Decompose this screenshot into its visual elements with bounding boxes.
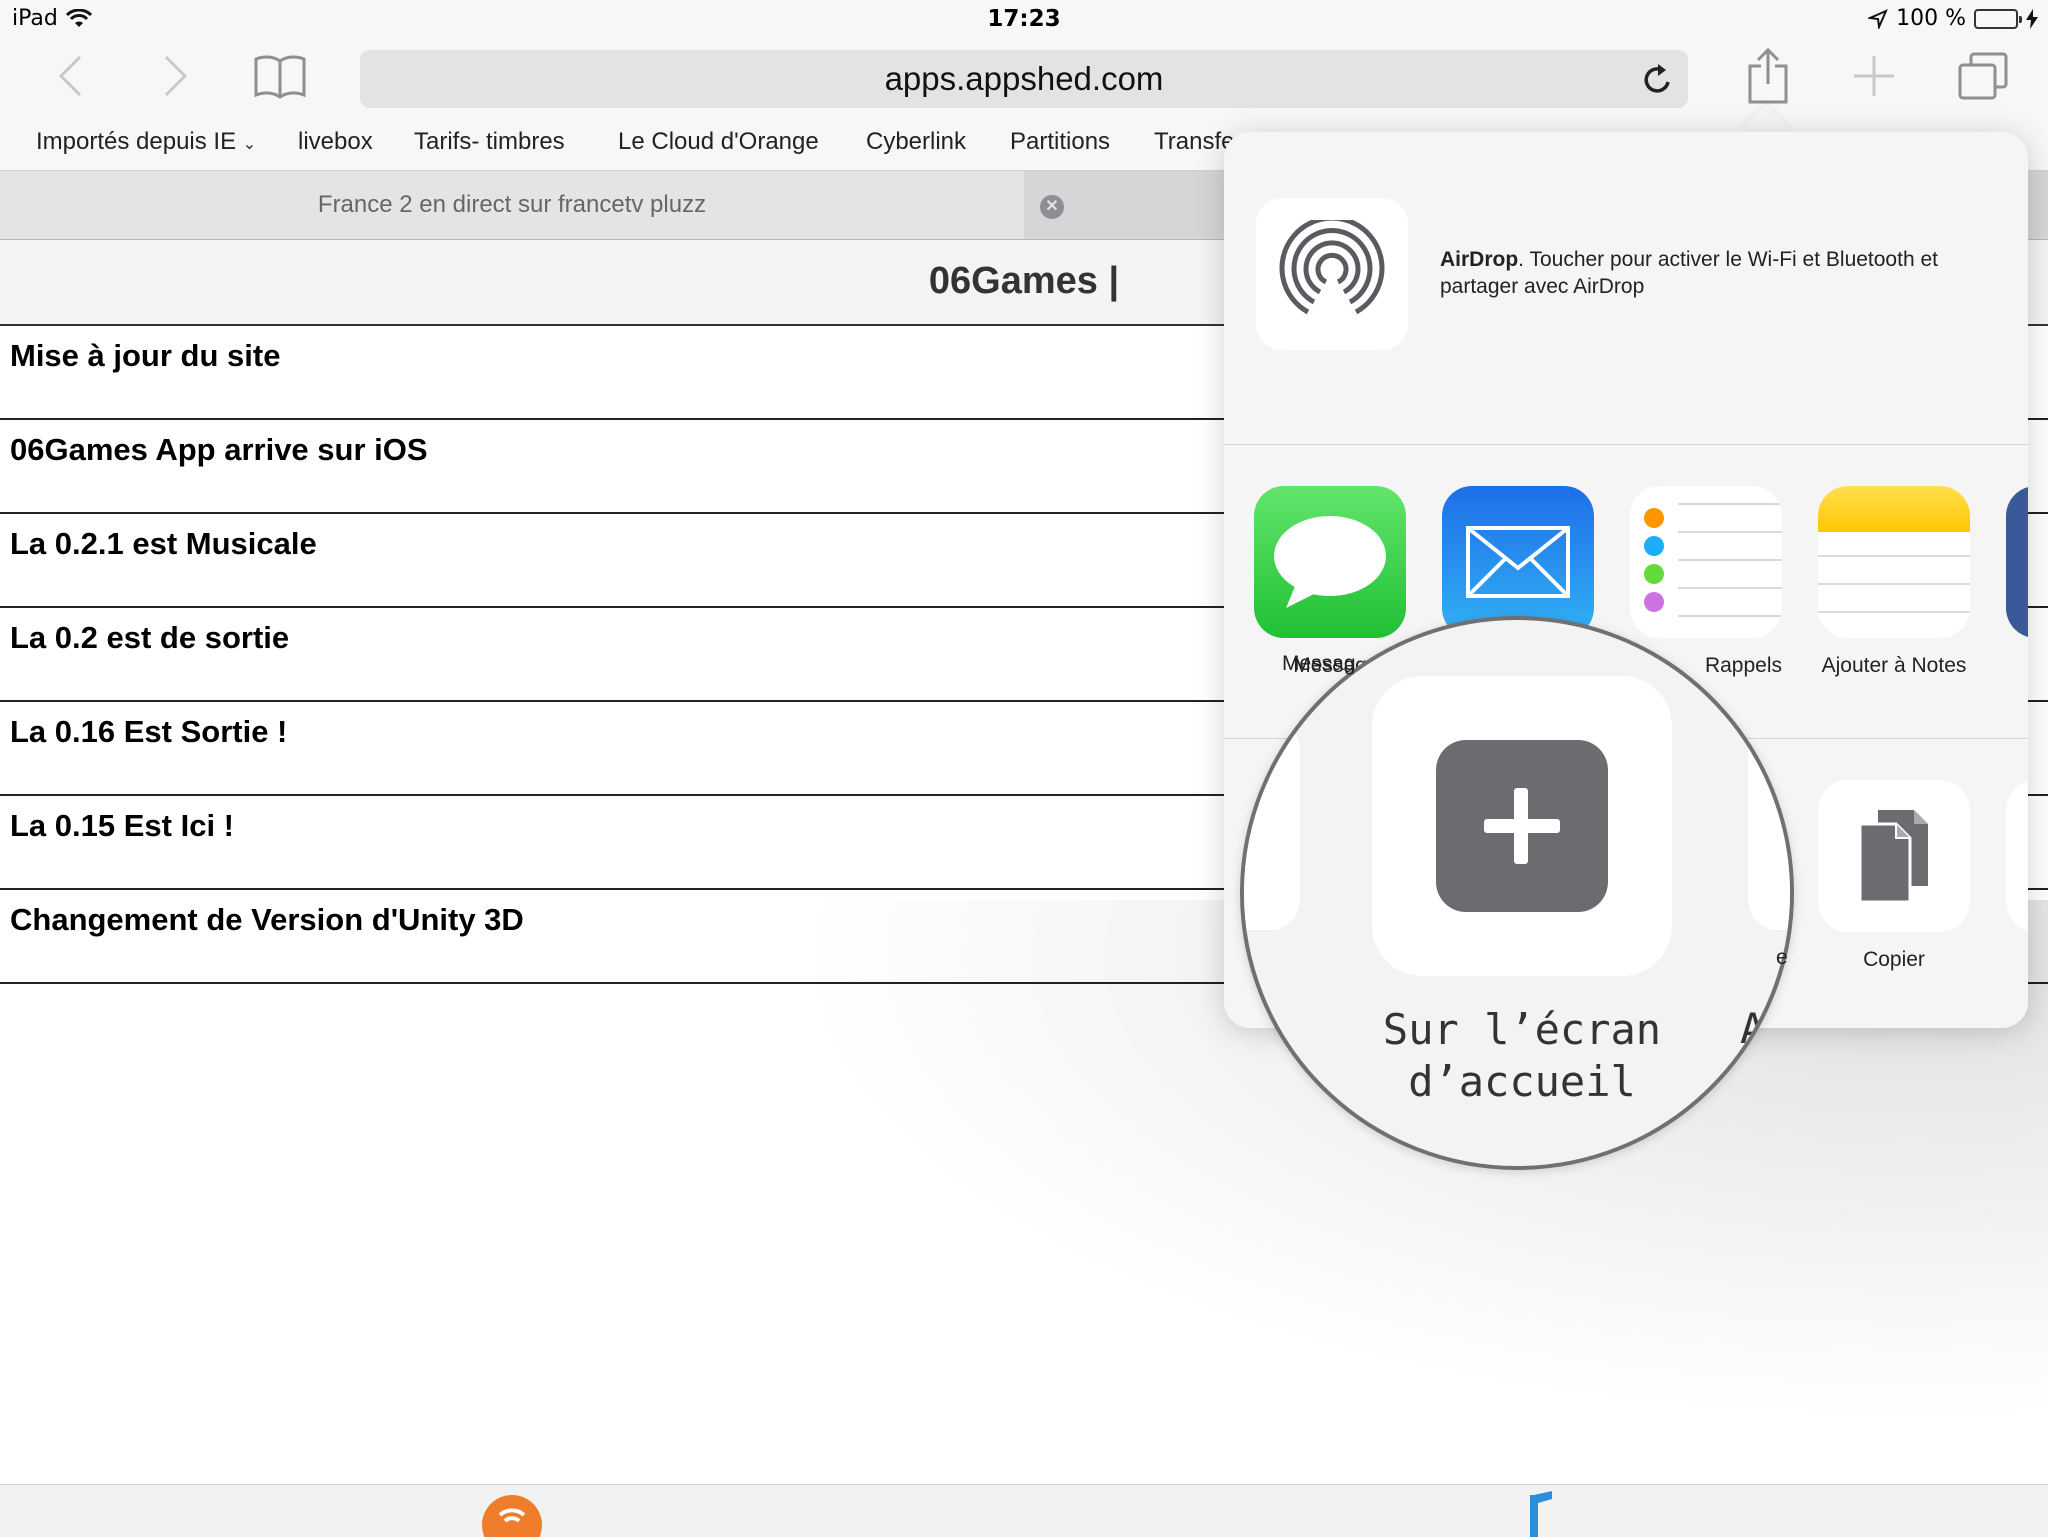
back-button[interactable] (52, 46, 88, 106)
tabs-icon (1958, 52, 2008, 100)
copy-icon (1818, 780, 1970, 932)
app-label: Ajouter à Notes (1821, 654, 1967, 677)
bookmark-cyberlink[interactable]: Cyberlink (866, 128, 966, 156)
app-label-messages: Messag (1282, 652, 1356, 675)
share-app-messages[interactable]: Messag (1254, 486, 1406, 677)
divider (1224, 444, 2028, 445)
news-title[interactable]: La 0.2 est de sortie (10, 620, 289, 656)
airdrop-icon (1279, 220, 1385, 320)
facebook-icon (2006, 486, 2028, 638)
url-text[interactable]: apps.appshed.com (360, 50, 1688, 108)
tab-france2[interactable]: France 2 en direct sur francetv pluzz (0, 171, 1024, 239)
action-tile (2006, 780, 2028, 932)
status-bar: iPad 17:23 100 % (0, 0, 2048, 40)
action-tile (1244, 720, 1300, 930)
plus-icon (1854, 56, 1894, 96)
share-app-reminders[interactable]: Rappels (1630, 486, 1782, 677)
reminders-icon (1630, 486, 1782, 638)
magnifier-loupe: Sur l’écran d’accueil A (1240, 616, 1794, 1170)
tab-title: France 2 en direct sur francetv pluzz (317, 191, 707, 218)
share-icon (1748, 48, 1788, 104)
bookmarks-button[interactable] (250, 46, 310, 106)
chevron-right-icon (164, 55, 188, 97)
airdrop-description: AirDrop. Toucher pour activer le Wi-Fi e… (1440, 246, 2000, 300)
battery-icon (1974, 8, 2022, 29)
add-to-home-button[interactable] (1372, 676, 1672, 976)
tabs-overview-button[interactable] (1956, 46, 2010, 106)
battery-percent: 100 % (1896, 6, 1966, 31)
action-copy[interactable]: Copier (1818, 780, 1970, 971)
clock: 17:23 (987, 6, 1061, 32)
location-arrow-icon (1868, 8, 1889, 29)
news-title[interactable]: Mise à jour du site (10, 338, 280, 374)
airdrop-button[interactable] (1256, 198, 1408, 350)
action-partial[interactable] (2006, 780, 2028, 932)
app-bottom-bar (0, 1484, 2048, 1537)
add-to-home-icon (1436, 740, 1608, 912)
news-title[interactable]: 06Games App arrive sur iOS (10, 432, 428, 468)
bookmark-livebox[interactable]: livebox (298, 128, 373, 156)
news-title[interactable]: La 0.2.1 est Musicale (10, 526, 317, 562)
airdrop-title: AirDrop (1440, 248, 1519, 271)
forward-button[interactable] (158, 46, 194, 106)
messages-icon (1254, 486, 1406, 638)
rss-icon[interactable] (480, 1493, 544, 1537)
reload-icon[interactable] (1642, 62, 1674, 96)
action-label-partial: e (1776, 946, 1788, 969)
new-tab-button[interactable] (1850, 46, 1898, 106)
news-title[interactable]: Changement de Version d'Unity 3D (10, 902, 524, 938)
news-title[interactable]: La 0.15 Est Ici ! (10, 808, 234, 844)
book-icon (254, 55, 306, 99)
safari-toolbar: apps.appshed.com (0, 40, 2048, 120)
news-title[interactable]: La 0.16 Est Sortie ! (10, 714, 287, 750)
add-to-home-label: Sur l’écran d’accueil (1382, 1005, 1662, 1106)
bookmark-partitions[interactable]: Partitions (1010, 128, 1110, 156)
share-app-notes[interactable]: Ajouter à Notes (1818, 486, 1970, 677)
partial-label: A (1740, 1004, 1766, 1053)
tab-close-icon[interactable]: ✕ (1040, 195, 1064, 219)
chevron-down-icon: ⌄ (242, 136, 257, 153)
bookmark-tarifs[interactable]: Tarifs- timbres (414, 128, 565, 156)
charging-bolt-icon (2026, 8, 2038, 29)
bookmark-cloud-orange[interactable]: Le Cloud d'Orange (618, 128, 819, 156)
bookmark-folder-ie[interactable]: Importés depuis IE ⌄ (36, 128, 256, 156)
action-label: Copier (1863, 948, 1925, 971)
action-tile (1748, 720, 1790, 930)
share-button[interactable] (1744, 46, 1792, 106)
bookmark-transfert[interactable]: Transfe (1154, 128, 1234, 156)
music-note-icon[interactable] (1520, 1491, 1556, 1537)
chevron-left-icon (58, 55, 82, 97)
notes-icon (1818, 486, 1970, 638)
address-bar[interactable]: apps.appshed.com (360, 50, 1688, 108)
share-app-partial[interactable] (2006, 486, 2028, 638)
